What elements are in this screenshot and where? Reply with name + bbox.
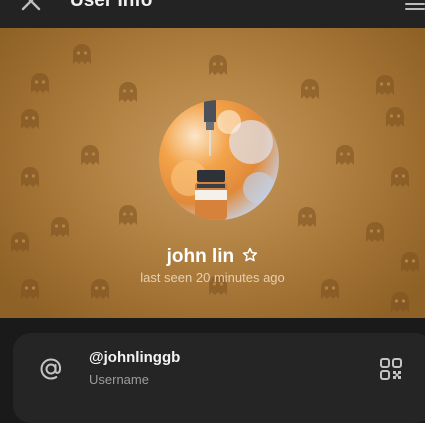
username-value: @johnlinggb xyxy=(89,349,181,366)
top-bar: User Info xyxy=(0,0,425,28)
edit-icon[interactable] xyxy=(403,0,425,14)
avatar[interactable] xyxy=(159,100,279,220)
qr-code-icon[interactable] xyxy=(379,357,403,381)
profile-name-row: john lin xyxy=(0,246,425,268)
close-icon[interactable] xyxy=(18,0,44,14)
star-icon[interactable] xyxy=(242,247,258,263)
username-caption: Username xyxy=(89,372,149,387)
profile-name: john lin xyxy=(166,246,235,267)
at-icon xyxy=(40,358,62,380)
page-title: User Info xyxy=(70,0,153,11)
profile-header: john lin last seen 20 minutes ago xyxy=(0,28,425,318)
last-seen-status: last seen 20 minutes ago xyxy=(140,270,285,285)
avatar-photo xyxy=(159,100,279,220)
username-card[interactable]: @johnlinggb Username xyxy=(13,333,425,423)
